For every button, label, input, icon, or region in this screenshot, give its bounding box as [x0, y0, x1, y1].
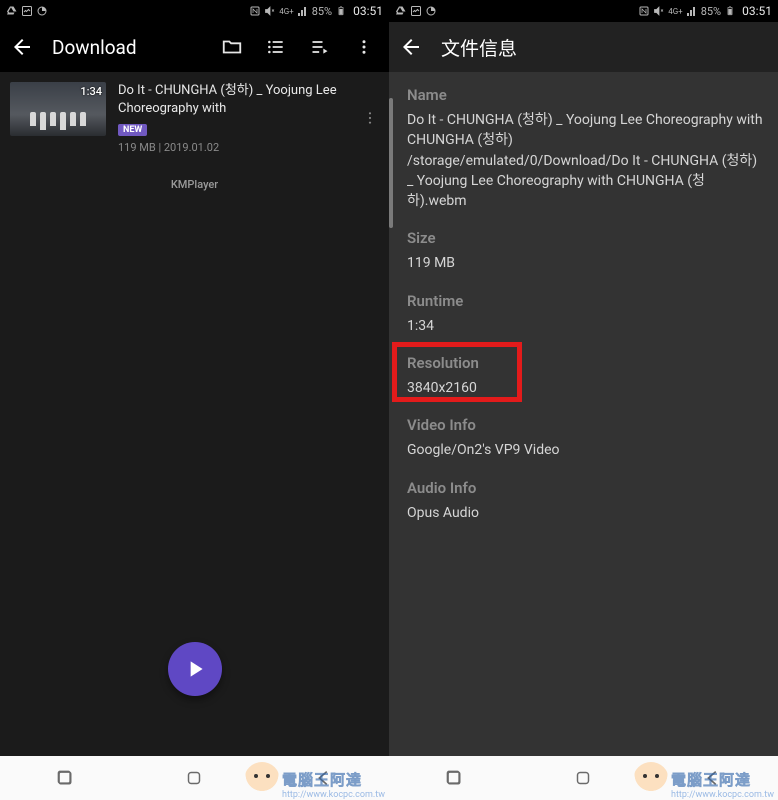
- value-size: 119 MB: [407, 253, 764, 273]
- phone-left: 4G+ 85% 03:51 Download: [0, 0, 389, 800]
- label-resolution: Resolution: [407, 354, 764, 372]
- title-bar: 文件信息: [389, 22, 778, 72]
- label-name: Name: [407, 86, 764, 104]
- nav-bar: 電腦王阿達 http://www.kocpc.com.tw: [0, 756, 389, 800]
- status-bar: 4G+ 85% 03:51: [389, 0, 778, 22]
- screenshot-icon: [410, 5, 422, 17]
- value-runtime: 1:34: [407, 316, 764, 336]
- status-bar: 4G+ 85% 03:51: [0, 0, 389, 22]
- nav-back[interactable]: [688, 763, 738, 793]
- battery-icon: [335, 5, 347, 17]
- page-title: Download: [52, 36, 203, 59]
- status-clock: 03:51: [353, 4, 383, 18]
- drive-icon: [395, 5, 407, 17]
- value-name: Do It - CHUNGHA (청하) _ Yoojung Lee Chore…: [407, 110, 764, 211]
- download-list: 1:34 Do It - CHUNGHA (청하) _ Yoojung Lee …: [0, 72, 389, 756]
- label-videoinfo: Video Info: [407, 416, 764, 434]
- nav-home[interactable]: [169, 763, 219, 793]
- nfc-icon: [249, 5, 261, 17]
- nav-recents[interactable]: [429, 763, 479, 793]
- video-duration: 1:34: [80, 85, 102, 98]
- drive-icon: [6, 5, 18, 17]
- back-button[interactable]: [399, 35, 423, 59]
- phone-right: 4G+ 85% 03:51 文件信息 Name Do It - CHUNGHA …: [389, 0, 778, 800]
- folder-button[interactable]: [221, 36, 243, 58]
- nav-bar: 電腦王阿達 http://www.kocpc.com.tw: [389, 756, 778, 800]
- value-videoinfo: Google/On2's VP9 Video: [407, 440, 764, 460]
- file-info: Name Do It - CHUNGHA (청하) _ Yoojung Lee …: [389, 72, 778, 756]
- battery-percent: 85%: [312, 5, 332, 18]
- video-thumbnail: 1:34: [10, 82, 106, 136]
- nav-back[interactable]: [299, 763, 349, 793]
- status-clock: 03:51: [742, 4, 772, 18]
- nav-recents[interactable]: [40, 763, 90, 793]
- video-title: Do It - CHUNGHA (청하) _ Yoojung Lee Chore…: [118, 82, 349, 117]
- value-audioinfo: Opus Audio: [407, 503, 764, 523]
- network-type: 4G+: [668, 7, 682, 16]
- back-button[interactable]: [10, 35, 34, 59]
- item-more-button[interactable]: [361, 82, 379, 154]
- list-button[interactable]: [265, 36, 287, 58]
- video-meta: 119 MB | 2019.01.02: [118, 141, 349, 154]
- battery-icon: [724, 5, 736, 17]
- label-runtime: Runtime: [407, 292, 764, 310]
- page-title: 文件信息: [441, 34, 768, 61]
- title-bar: Download: [0, 22, 389, 72]
- network-type: 4G+: [279, 7, 293, 16]
- signal-icon: [297, 5, 309, 17]
- more-button[interactable]: [353, 36, 375, 58]
- value-resolution: 3840x2160: [407, 378, 764, 398]
- volume-mute-icon: [264, 5, 276, 17]
- download-item[interactable]: 1:34 Do It - CHUNGHA (청하) _ Yoojung Lee …: [0, 76, 389, 160]
- brand-label: KMPlayer: [0, 178, 389, 191]
- new-badge: NEW: [118, 124, 147, 136]
- screenshot-icon: [21, 5, 33, 17]
- battery-percent: 85%: [701, 5, 721, 18]
- nav-home[interactable]: [558, 763, 608, 793]
- queue-button[interactable]: [309, 36, 331, 58]
- play-fab[interactable]: [168, 642, 222, 696]
- nfc-icon: [638, 5, 650, 17]
- signal-icon: [686, 5, 698, 17]
- volume-mute-icon: [653, 5, 665, 17]
- photos-icon: [36, 5, 48, 17]
- scroll-indicator[interactable]: [389, 98, 393, 228]
- photos-icon: [425, 5, 437, 17]
- label-audioinfo: Audio Info: [407, 479, 764, 497]
- label-size: Size: [407, 229, 764, 247]
